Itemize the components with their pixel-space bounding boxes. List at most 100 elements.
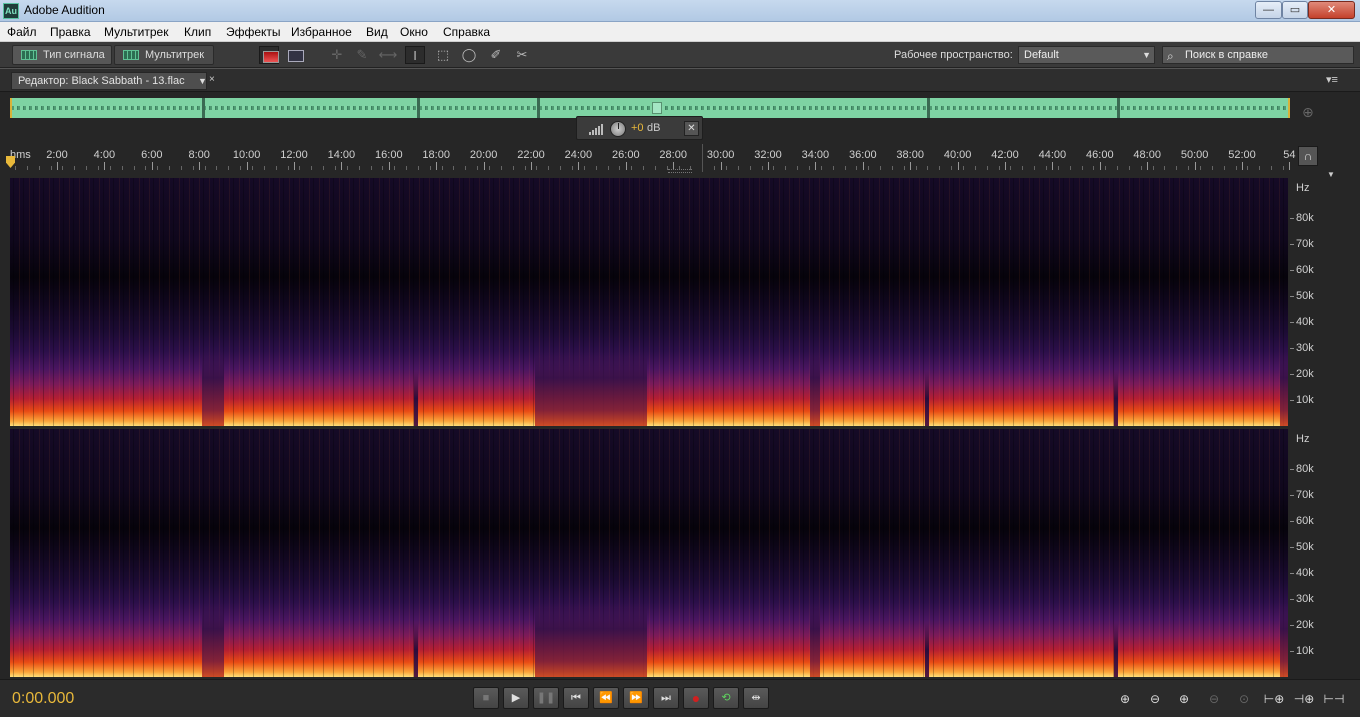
- spectral-display[interactable]: ▼ Hz 80k 70k 60k 50k 40k 30k 20k 10k Hz 80k 70k 60k…: [0, 170, 1360, 679]
- menu-effects[interactable]: Эффекты: [226, 25, 281, 39]
- zoom-out-full-button[interactable]: ⊙: [1233, 689, 1255, 709]
- menu-favorites[interactable]: Избранное: [291, 25, 352, 39]
- time-selection-tool-icon[interactable]: I: [405, 46, 425, 64]
- ruler-tick-label: 4:00: [93, 149, 116, 161]
- brush-selection-tool-icon[interactable]: ✐: [486, 46, 506, 64]
- close-button[interactable]: ✕: [1308, 1, 1355, 19]
- pause-button[interactable]: ❚❚: [533, 687, 559, 709]
- ruler-tick-major: [815, 162, 817, 170]
- close-tab-icon[interactable]: ×: [209, 74, 215, 85]
- pin-icon[interactable]: ✕: [684, 121, 699, 136]
- frequency-tick-label: 40k: [1296, 567, 1314, 579]
- snap-button[interactable]: ∩: [1298, 146, 1318, 166]
- frequency-tick: [1290, 374, 1294, 375]
- db-value[interactable]: +0: [631, 122, 644, 134]
- menu-edit[interactable]: Правка: [50, 25, 91, 39]
- ruler-tick-minor: [50, 166, 52, 170]
- menu-clip[interactable]: Клип: [184, 25, 211, 39]
- resize-grip[interactable]: [668, 169, 692, 173]
- menu-file[interactable]: Файл: [7, 25, 37, 39]
- maximize-button[interactable]: ▭: [1282, 1, 1308, 19]
- zoom-in-time-button[interactable]: ⊕: [1173, 689, 1195, 709]
- current-time-display[interactable]: 0:00.000: [12, 690, 74, 708]
- ruler-bar[interactable]: hms 2:00 4:00 6:00 8:00 10:00 12:00 14:00 16:00…: [6, 144, 1296, 172]
- fast-forward-button[interactable]: ⏩: [623, 687, 649, 709]
- ruler-tick-minor: [1117, 166, 1119, 170]
- overview-gap: [537, 98, 540, 118]
- db-hud: +0 dB ✕: [576, 116, 703, 140]
- spectral-display-icon[interactable]: [259, 46, 279, 64]
- ruler-tick-major: [625, 162, 627, 170]
- frequency-tick-label: 40k: [1296, 316, 1314, 328]
- ruler-marker: [702, 144, 703, 172]
- spot-healing-brush-icon[interactable]: ✂: [512, 46, 532, 64]
- overview-track[interactable]: [10, 98, 1290, 118]
- ruler-tick-minor: [951, 166, 953, 170]
- help-search-input[interactable]: ⌕ Поиск в справке: [1162, 46, 1354, 64]
- skip-selection-button[interactable]: ⇹: [743, 687, 769, 709]
- volume-knob[interactable]: [610, 121, 626, 137]
- menu-multitrack[interactable]: Мультитрек: [104, 25, 168, 39]
- frequency-tick: [1290, 296, 1294, 297]
- lasso-selection-tool-icon[interactable]: ◯: [459, 46, 479, 64]
- ruler-tick-minor: [536, 166, 538, 170]
- frequency-display-icon[interactable]: [285, 46, 305, 64]
- ruler-tick-minor: [86, 166, 88, 170]
- rewind-button[interactable]: ⏪: [593, 687, 619, 709]
- multitrack-view-button[interactable]: Мультитрек: [114, 45, 214, 65]
- ruler-tick-label: 34:00: [801, 149, 830, 161]
- zoom-selection-button[interactable]: ⊢⊣: [1323, 689, 1345, 709]
- multitrack-view-label: Мультитрек: [145, 49, 205, 61]
- ruler-tick-minor: [489, 166, 490, 170]
- loop-playback-button[interactable]: ⟲: [713, 687, 739, 709]
- stop-button[interactable]: ■: [473, 687, 499, 709]
- ruler-tick-label: 10:00: [232, 149, 261, 161]
- playhead-icon[interactable]: [6, 156, 15, 168]
- zoom-icon[interactable]: ⊕: [1302, 104, 1314, 121]
- zoom-in-start-button[interactable]: ⊢⊕: [1263, 689, 1285, 709]
- ruler-tick-major: [57, 162, 58, 170]
- ruler-tick-label: 14:00: [327, 149, 356, 161]
- zoom-in-amplitude-button[interactable]: ⊕: [1114, 689, 1136, 709]
- play-button[interactable]: ▶: [503, 687, 529, 709]
- menu-view[interactable]: Вид: [366, 25, 388, 39]
- ruler-tick-minor: [477, 166, 479, 170]
- record-button[interactable]: ●: [683, 687, 709, 709]
- ruler-tick-minor: [797, 166, 799, 170]
- go-to-end-button[interactable]: ⏭: [653, 687, 679, 709]
- workspace-select[interactable]: Default ▼: [1018, 46, 1155, 64]
- ruler-tick-minor: [228, 166, 230, 170]
- minimize-button[interactable]: —: [1255, 1, 1282, 19]
- slip-tool-icon[interactable]: ⟷: [378, 46, 398, 64]
- ruler-tick-minor: [524, 166, 526, 170]
- ruler-tick-label: 24:00: [564, 149, 593, 161]
- zoom-out-amplitude-button[interactable]: ⊖: [1144, 689, 1166, 709]
- spectrogram-right-channel[interactable]: [10, 429, 1288, 677]
- zoom-in-end-button[interactable]: ⊣⊕: [1293, 689, 1315, 709]
- waveform-view-button[interactable]: Тип сигнала: [12, 45, 112, 65]
- move-tool-icon[interactable]: ✛: [327, 46, 347, 64]
- menu-help[interactable]: Справка: [443, 25, 490, 39]
- marquee-selection-tool-icon[interactable]: ⬚: [433, 46, 453, 64]
- ruler-tick-minor: [394, 166, 396, 170]
- ruler-tick-minor: [726, 166, 727, 170]
- panel-menu-icon[interactable]: ▾≡: [1326, 73, 1338, 86]
- frequency-tick: [1290, 547, 1294, 548]
- go-to-start-button[interactable]: ⏮: [563, 687, 589, 709]
- zoom-out-time-button[interactable]: ⊖: [1203, 689, 1225, 709]
- frequency-tick: [1290, 400, 1294, 401]
- spectrogram-left-channel[interactable]: [10, 178, 1288, 426]
- frequency-tick: [1290, 521, 1294, 522]
- razor-tool-icon[interactable]: ✎: [352, 46, 372, 64]
- ruler-tick-minor: [299, 166, 301, 170]
- menu-window[interactable]: Окно: [400, 25, 428, 39]
- frequency-tick-label: 10k: [1296, 645, 1314, 657]
- overview-range-handle[interactable]: [652, 102, 662, 114]
- ruler-tick-minor: [1045, 166, 1047, 170]
- ruler-tick-minor: [820, 166, 822, 170]
- time-ruler[interactable]: hms 2:00 4:00 6:00 8:00 10:00 12:00 14:00 16:00…: [0, 140, 1360, 174]
- ruler-tick-minor: [986, 166, 988, 170]
- ruler-tick-minor: [97, 166, 99, 170]
- ruler-tick-label: 12:00: [280, 149, 308, 161]
- editor-tab[interactable]: Редактор: Black Sabbath - 13.flac ▼: [11, 72, 207, 90]
